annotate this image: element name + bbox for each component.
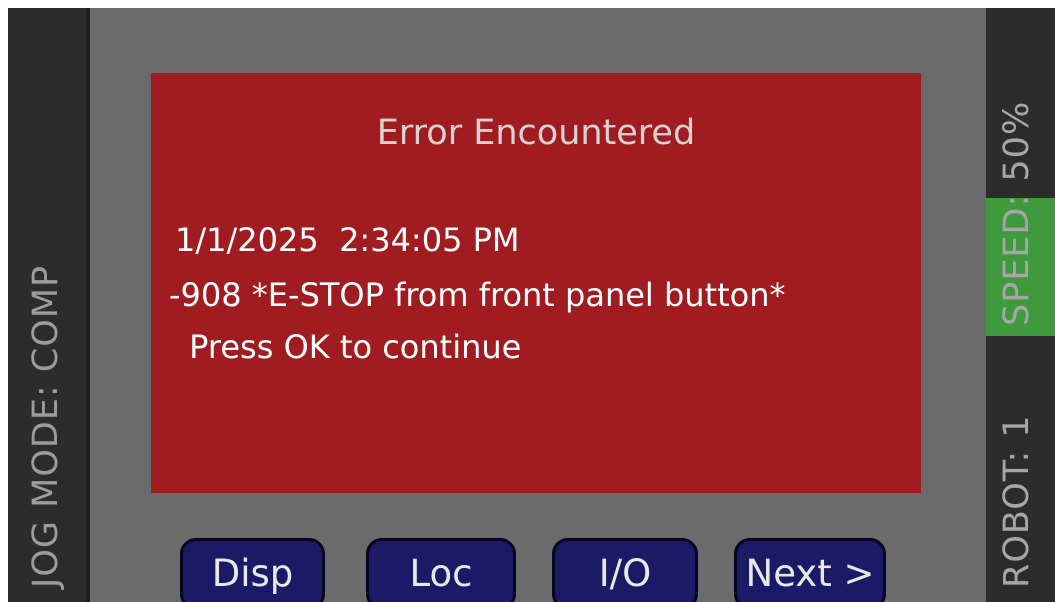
speed-segment-upper[interactable]	[986, 8, 1055, 198]
jog-mode-bar[interactable]: JOG MODE: COMP	[8, 8, 90, 602]
speed-segment-highlight[interactable]	[986, 198, 1055, 336]
loc-button[interactable]: Loc	[366, 538, 516, 602]
error-message: -908 *E-STOP from front panel button*	[169, 276, 786, 314]
io-button[interactable]: I/O	[552, 538, 698, 602]
next-button[interactable]: Next >	[734, 538, 886, 602]
error-timestamp: 1/1/2025 2:34:05 PM	[175, 221, 520, 259]
jog-mode-label: JOG MODE: COMP	[26, 264, 66, 588]
disp-button[interactable]: Disp	[180, 538, 325, 602]
error-instruction: Press OK to continue	[179, 328, 522, 366]
error-dialog: Error Encountered 1/1/2025 2:34:05 PM -9…	[151, 73, 921, 493]
robot-segment[interactable]	[986, 338, 1055, 602]
status-bar-right: SPEED: 50% ROBOT: 1	[986, 8, 1055, 602]
error-dialog-title: Error Encountered	[376, 113, 696, 153]
pendant-screen: JOG MODE: COMP Error Encountered 1/1/202…	[8, 8, 1055, 602]
